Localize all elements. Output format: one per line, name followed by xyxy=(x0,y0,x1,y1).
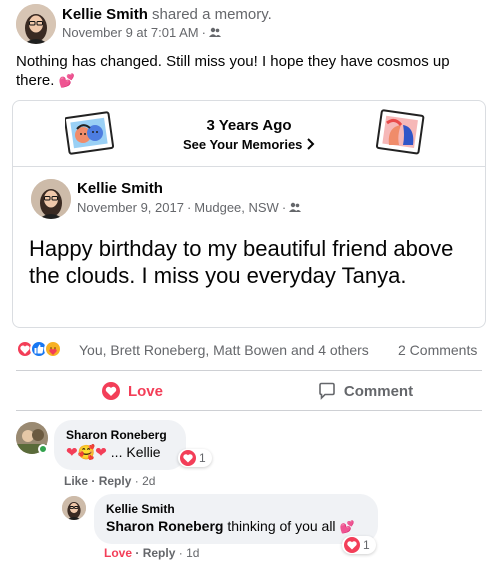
post-text: Nothing has changed. Still miss you! I h… xyxy=(16,52,466,90)
care-reaction-icon xyxy=(44,340,62,358)
post-timestamp[interactable]: November 9 at 7:01 AM xyxy=(62,25,199,40)
reply-text: thinking of you all xyxy=(227,518,336,534)
memory-author-avatar[interactable] xyxy=(31,179,71,219)
two-hearts-emoji: 💕 xyxy=(58,73,75,88)
reply-author[interactable]: Kellie Smith xyxy=(106,502,366,516)
reply-author-avatar[interactable] xyxy=(62,496,86,520)
comment-actions: Like · Reply · 2d xyxy=(64,474,156,488)
reply-reply-link[interactable]: Reply xyxy=(143,546,176,560)
two-hearts-emoji: 💕 xyxy=(339,520,355,534)
post-action-text: shared a memory. xyxy=(152,6,272,23)
comment-label: Comment xyxy=(343,382,414,400)
reaction-icons[interactable] xyxy=(16,340,62,358)
reply-text-line: Sharon Roneberg thinking of you all 💕 xyxy=(106,518,366,534)
memory-banner[interactable]: 3 Years Ago See Your Memories xyxy=(13,101,485,167)
divider-top xyxy=(16,370,482,371)
love-button[interactable]: Love xyxy=(16,372,249,410)
chevron-right-icon xyxy=(306,138,315,153)
comment-author[interactable]: Sharon Roneberg xyxy=(66,428,174,442)
reply-reaction-badge[interactable]: 1 xyxy=(342,536,376,554)
memory-text: Happy birthday to my beautiful friend ab… xyxy=(29,236,454,288)
comment-text-line: ❤🥰❤ ... Kellie xyxy=(66,444,174,461)
reply-reaction-count: 1 xyxy=(363,538,370,552)
like-comment-link[interactable]: Like xyxy=(64,474,88,488)
friends-icon xyxy=(208,25,221,40)
comments-count[interactable]: 2 Comments xyxy=(398,342,477,358)
comment-age[interactable]: 2d xyxy=(142,474,155,488)
comment-icon xyxy=(318,382,336,400)
memory-meta: November 9, 2017 · Mudgee, NSW · xyxy=(77,200,302,215)
hearts-emoji: ❤🥰❤ xyxy=(66,444,107,460)
comment-bubble: Sharon Roneberg ❤🥰❤ ... Kellie xyxy=(54,420,186,470)
post-meta: November 9 at 7:01 AM · xyxy=(62,25,221,40)
post-author-name[interactable]: Kellie Smith xyxy=(62,6,148,23)
comment-reaction-count: 1 xyxy=(199,451,206,465)
post-author-avatar[interactable] xyxy=(16,4,56,44)
love-reaction-icon xyxy=(344,537,360,553)
reply-comment-link[interactable]: Reply xyxy=(99,474,132,488)
comment-text: ... Kellie xyxy=(110,444,161,460)
friends-icon xyxy=(289,200,302,215)
love-reaction-icon xyxy=(180,450,196,466)
memory-card: 3 Years Ago See Your Memories Kellie Smi… xyxy=(12,100,486,328)
kiss-memory-illustration-icon xyxy=(375,109,427,162)
divider-bottom xyxy=(16,410,482,411)
love-icon xyxy=(101,382,120,400)
post-header-line: Kellie Smith shared a memory. xyxy=(62,6,272,23)
reply-age[interactable]: 1d xyxy=(186,546,199,560)
reply-bubble: Kellie Smith Sharon Roneberg thinking of… xyxy=(94,494,378,544)
reply-mention[interactable]: Sharon Roneberg xyxy=(106,518,223,534)
reply-actions: Love · Reply · 1d xyxy=(104,546,200,560)
memory-location[interactable]: Mudgee, NSW xyxy=(194,200,279,215)
love-label: Love xyxy=(127,382,163,400)
memory-date[interactable]: November 9, 2017 xyxy=(77,200,184,215)
memory-author-name[interactable]: Kellie Smith xyxy=(77,180,163,197)
comment-reaction-badge[interactable]: 1 xyxy=(178,449,212,467)
reactions-summary[interactable]: You, Brett Roneberg, Matt Bowen and 4 ot… xyxy=(79,342,369,358)
comment-button[interactable]: Comment xyxy=(249,372,482,410)
love-reply-link[interactable]: Love xyxy=(104,546,132,560)
post-body: Nothing has changed. Still miss you! I h… xyxy=(16,53,450,89)
online-status-dot xyxy=(38,444,48,454)
